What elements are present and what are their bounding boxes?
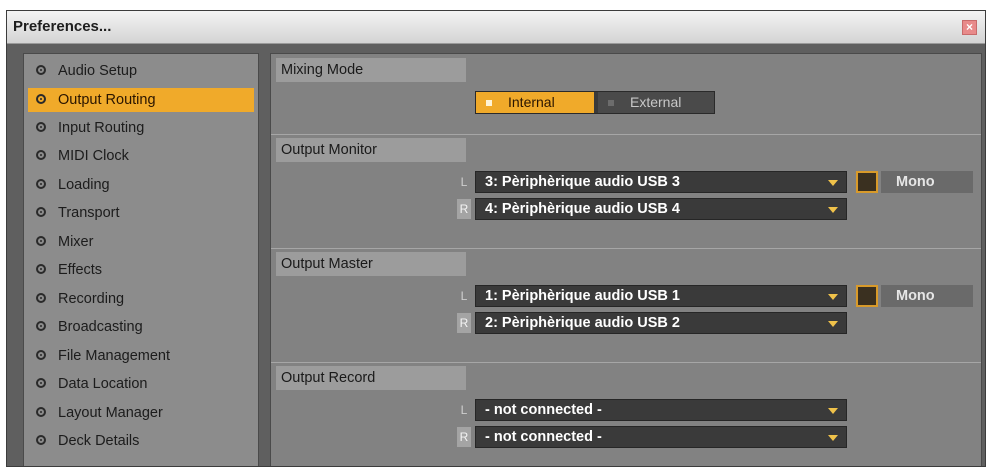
chevron-down-icon (828, 180, 838, 186)
sidebar-item-label: Layout Manager (58, 405, 163, 421)
chevron-down-icon (828, 435, 838, 441)
sidebar-item-label: Transport (58, 205, 120, 221)
sidebar-item-label: Input Routing (58, 120, 145, 136)
output-master-mono-checkbox[interactable] (856, 285, 878, 307)
dropdown-value: 1: Pèriphèrique audio USB 1 (485, 288, 680, 304)
dropdown-value: - not connected - (485, 402, 602, 418)
sidebar-item-transport[interactable]: Transport (28, 201, 254, 225)
sidebar-item-midi-clock[interactable]: MIDI Clock (28, 144, 254, 168)
output-master-right-dropdown[interactable]: 2: Pèriphèrique audio USB 2 (475, 312, 847, 334)
right-channel-label: R (457, 427, 471, 447)
selected-indicator-icon (486, 100, 492, 106)
sidebar-item-data-location[interactable]: Data Location (28, 372, 254, 396)
sidebar-item-label: File Management (58, 348, 171, 364)
sidebar-item-recording[interactable]: Recording (28, 287, 254, 311)
output-master-mono-label[interactable]: Mono (881, 285, 973, 307)
output-monitor-mono-checkbox[interactable] (856, 171, 878, 193)
preferences-window: Preferences... × Audio Setup Output Rout… (6, 10, 986, 467)
sidebar-item-label: Mixer (58, 234, 94, 250)
sidebar-item-audio-setup[interactable]: Audio Setup (28, 59, 254, 83)
section-divider (271, 362, 981, 363)
left-channel-label: L (460, 175, 468, 189)
sidebar-item-label: Data Location (58, 376, 148, 392)
close-button[interactable]: × (962, 20, 977, 35)
sidebar-item-loading[interactable]: Loading (28, 173, 254, 197)
radio-bullet-icon (36, 435, 46, 445)
section-title: Output Master (281, 256, 373, 272)
chevron-down-icon (828, 408, 838, 414)
sidebar-item-label: Effects (58, 262, 103, 278)
sidebar-item-label: Loading (58, 177, 110, 193)
output-routing-panel: Mixing Mode Internal External Output Mon… (270, 53, 982, 466)
radio-bullet-icon (36, 293, 46, 303)
section-divider (271, 134, 981, 135)
radio-bullet-icon (36, 378, 46, 388)
mixing-mode-selector: Internal External (475, 91, 715, 114)
chevron-down-icon (828, 207, 838, 213)
section-title: Output Monitor (281, 142, 377, 158)
output-record-header: Output Record (276, 366, 466, 390)
radio-bullet-icon (36, 94, 46, 104)
sidebar-item-label: Deck Details (58, 433, 140, 449)
radio-bullet-icon (36, 122, 46, 132)
preferences-sidebar: Audio Setup Output Routing Input Routing… (23, 53, 259, 466)
output-monitor-right-dropdown[interactable]: 4: Pèriphèrique audio USB 4 (475, 198, 847, 220)
radio-bullet-icon (36, 207, 46, 217)
left-channel-label: L (460, 403, 468, 417)
mono-text: Mono (896, 288, 935, 304)
output-monitor-left-dropdown[interactable]: 3: Pèriphèrique audio USB 3 (475, 171, 847, 193)
dropdown-value: 3: Pèriphèrique audio USB 3 (485, 174, 680, 190)
option-label: External (630, 94, 682, 110)
right-channel-label: R (457, 199, 471, 219)
radio-bullet-icon (36, 407, 46, 417)
mixing-mode-internal-button[interactable]: Internal (476, 92, 594, 113)
section-title: Mixing Mode (281, 62, 364, 78)
sidebar-item-label: Broadcasting (58, 319, 143, 335)
radio-bullet-icon (36, 179, 46, 189)
mono-text: Mono (896, 174, 935, 190)
radio-bullet-icon (36, 321, 46, 331)
radio-bullet-icon (36, 65, 46, 75)
dropdown-value: 2: Pèriphèrique audio USB 2 (485, 315, 680, 331)
output-master-left-dropdown[interactable]: 1: Pèriphèrique audio USB 1 (475, 285, 847, 307)
output-master-header: Output Master (276, 252, 466, 276)
output-record-left-dropdown[interactable]: - not connected - (475, 399, 847, 421)
radio-bullet-icon (36, 264, 46, 274)
sidebar-item-output-routing[interactable]: Output Routing (28, 88, 254, 112)
option-label: Internal (508, 94, 555, 110)
radio-bullet-icon (36, 150, 46, 160)
output-record-right-dropdown[interactable]: - not connected - (475, 426, 847, 448)
output-monitor-header: Output Monitor (276, 138, 466, 162)
window-title: Preferences... (13, 18, 112, 35)
radio-bullet-icon (36, 350, 46, 360)
title-bar[interactable]: Preferences... × (7, 11, 985, 44)
unselected-indicator-icon (608, 100, 614, 106)
chevron-down-icon (828, 294, 838, 300)
radio-bullet-icon (36, 236, 46, 246)
chevron-down-icon (828, 321, 838, 327)
left-channel-label: L (460, 289, 468, 303)
sidebar-item-broadcasting[interactable]: Broadcasting (28, 315, 254, 339)
sidebar-item-mixer[interactable]: Mixer (28, 230, 254, 254)
mixing-mode-header: Mixing Mode (276, 58, 466, 82)
output-monitor-mono-label[interactable]: Mono (881, 171, 973, 193)
sidebar-item-effects[interactable]: Effects (28, 258, 254, 282)
section-title: Output Record (281, 370, 376, 386)
mixing-mode-external-button[interactable]: External (598, 92, 714, 113)
sidebar-item-file-management[interactable]: File Management (28, 344, 254, 368)
dropdown-value: 4: Pèriphèrique audio USB 4 (485, 201, 680, 217)
sidebar-item-label: Output Routing (58, 92, 156, 108)
sidebar-item-label: MIDI Clock (58, 148, 129, 164)
sidebar-item-deck-details[interactable]: Deck Details (28, 429, 254, 453)
sidebar-item-label: Audio Setup (58, 63, 138, 79)
dropdown-value: - not connected - (485, 429, 602, 445)
section-divider (271, 248, 981, 249)
right-channel-label: R (457, 313, 471, 333)
sidebar-item-input-routing[interactable]: Input Routing (28, 116, 254, 140)
sidebar-item-label: Recording (58, 291, 125, 307)
sidebar-item-layout-manager[interactable]: Layout Manager (28, 401, 254, 425)
close-icon: × (965, 20, 973, 34)
